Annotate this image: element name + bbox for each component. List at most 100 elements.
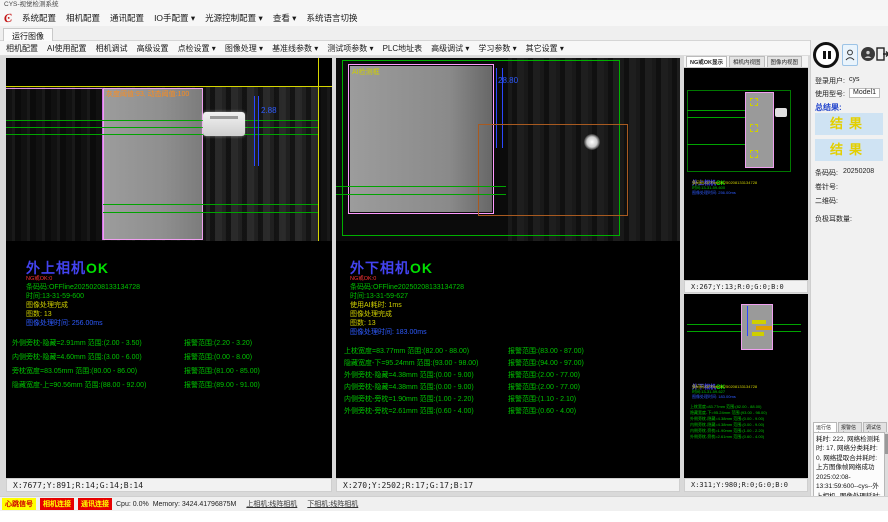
toolbar-learning-params[interactable]: 学习参数 ▾ bbox=[478, 43, 516, 54]
alarm-text: 报警范围:(83.00 - 87.00) bbox=[508, 346, 584, 356]
preview-a-mark bbox=[750, 124, 758, 132]
preview-b-proc: 图像处理时间: 183.00ms bbox=[692, 394, 736, 400]
measure-text: 隐藏宽度-下=95.24mm 范围:(93.00 - 98.00) bbox=[344, 360, 478, 367]
preview-a-green-box bbox=[687, 90, 791, 172]
preview-a-line bbox=[687, 117, 745, 118]
exit-button[interactable] bbox=[876, 47, 888, 61]
alarm-text: 报警范围:(89.00 - 91.00) bbox=[184, 380, 260, 390]
menu-item-io-config[interactable]: IO手配置 ▾ bbox=[154, 12, 195, 24]
app-title: CYS-视觉检测系统 bbox=[4, 1, 59, 8]
measure-text: 内侧旁枕-隐藏=4.60mm 范围:(3.00 - 6.00) bbox=[12, 354, 142, 361]
preview-b-coords-bar: X:311;Y:980;R:0;G:0;B:0 bbox=[684, 478, 808, 492]
camera-status-badge: 相机连接 bbox=[40, 498, 74, 510]
comm-status-badge: 通讯连接 bbox=[78, 498, 112, 510]
menu-item-comm-config[interactable]: 通讯配置 bbox=[110, 12, 144, 24]
preview-tab-strip: NG或OK显示 相机内视图 图像内视图 bbox=[684, 56, 808, 68]
measure-text: 旁枕宽度=83.05mm 范围:(80.00 - 86.00) bbox=[12, 368, 137, 375]
preview-tab-ngok[interactable]: NG或OK显示 bbox=[686, 56, 727, 67]
left-connector-stripe bbox=[210, 116, 238, 119]
alarm-text: 报警范围:(2.00 - 77.00) bbox=[508, 370, 580, 380]
preview-b-row: 外侧旁枕-旁枕=2.61mm 范围:(0.60 - 4.00) bbox=[690, 434, 764, 440]
right-measure-row: 上枕宽度=83.77mm 范围:(82.00 - 88.00) 报警范围:(83.… bbox=[344, 346, 678, 356]
right-measure-line-2 bbox=[336, 194, 506, 195]
right-ai-annotation: AI检测框 bbox=[352, 67, 380, 77]
measure-text: 外侧旁枕-隐藏=4.38mm 范围:(0.00 - 9.00) bbox=[344, 372, 474, 379]
alarm-text: 报警范围:(81.00 - 85.00) bbox=[184, 366, 260, 376]
barcode-value: 20250208 bbox=[843, 168, 874, 175]
preview-a-connector bbox=[775, 108, 787, 117]
left-measure-line-3 bbox=[6, 134, 318, 135]
toolbar-plc-address[interactable]: PLC地址表 bbox=[383, 43, 423, 54]
toolbar-ai-config[interactable]: AI使用配置 bbox=[47, 43, 87, 54]
menu-bar: Ͼ 系统配置 相机配置 通讯配置 IO手配置 ▾ 光源控制配置 ▾ 查看 ▾ 系… bbox=[0, 10, 888, 26]
right-camera-view[interactable]: AI检测框 28.80 外下相机OK NG或OK:0 条码码:OFFline20… bbox=[336, 58, 680, 478]
qr-code-label: 二维码: bbox=[815, 196, 838, 206]
right-measure-row: 隐藏宽度-下=95.24mm 范围:(93.00 - 98.00) 报警范围:(9… bbox=[344, 358, 678, 368]
preview-tab-camera[interactable]: 相机内视图 bbox=[729, 56, 765, 67]
pause-icon bbox=[828, 51, 831, 59]
menu-item-view[interactable]: 查看 ▾ bbox=[273, 12, 297, 24]
preview-b-mark bbox=[752, 332, 764, 336]
user-login-button[interactable] bbox=[842, 44, 858, 66]
exit-door-icon bbox=[876, 47, 888, 61]
lower-camera-link[interactable]: 下相机:线阵相机 bbox=[307, 499, 358, 509]
alarm-text: 报警范围:(94.00 - 97.00) bbox=[508, 358, 584, 368]
right-measure-row: 内侧旁枕-隐藏=4.38mm 范围:(0.00 - 9.00)报警范围:(2.0… bbox=[344, 382, 678, 392]
preview-a-proc: 图像处理时间: 256.00ms bbox=[692, 190, 736, 196]
toolbar-advanced-debug[interactable]: 高级调试 ▾ bbox=[431, 43, 469, 54]
menu-item-system-config[interactable]: 系统配置 bbox=[22, 12, 56, 24]
toolbar-spot-check[interactable]: 点检设置 ▾ bbox=[178, 43, 216, 54]
left-measure-row: 隐藏宽度-上=90.56mm 范围:(88.00 - 92.00)报警范围:(8… bbox=[12, 380, 330, 390]
left-pink-baseline bbox=[6, 88, 103, 89]
status-bar: 心跳信号 相机连接 通讯连接 Cpu: 0.0% Memory: 3424.41… bbox=[0, 496, 888, 511]
measure-text: 外侧旁枕-隐藏=2.91mm 范围:(2.00 - 3.50) bbox=[12, 340, 142, 347]
right-bright-spot bbox=[584, 134, 600, 150]
toolbar-advanced-settings[interactable]: 高级设置 bbox=[137, 43, 169, 54]
preview-panel-bottom[interactable]: 外下相机OK 条码码:OFFline20250208133134728 时间:1… bbox=[684, 294, 808, 478]
upper-camera-link[interactable]: 上相机:线阵相机 bbox=[246, 499, 297, 509]
measure-text: 内侧旁枕-隐藏=4.38mm 范围:(0.00 - 9.00) bbox=[344, 384, 474, 391]
preview-b-mark bbox=[756, 326, 772, 330]
left-measure-line-2 bbox=[6, 127, 318, 128]
menu-item-camera-config[interactable]: 相机配置 bbox=[66, 12, 100, 24]
heartbeat-status-badge: 心跳信号 bbox=[2, 498, 36, 510]
toolbar-camera-config[interactable]: 相机配置 bbox=[6, 43, 38, 54]
user-label: 登录用户: bbox=[815, 76, 845, 86]
toolbar-test-params[interactable]: 测试项参数 ▾ bbox=[327, 43, 373, 54]
toolbar-baseline-params[interactable]: 基准线参数 ▾ bbox=[272, 43, 318, 54]
measure-text: 上枕宽度=83.77mm 范围:(82.00 - 88.00) bbox=[344, 348, 469, 355]
preview-b-caliper bbox=[747, 306, 748, 336]
operator-button[interactable] bbox=[861, 47, 875, 61]
pause-button[interactable] bbox=[813, 42, 839, 68]
right-camera-verdict: OK bbox=[410, 260, 433, 276]
memory-usage: Memory: 3424.41796875M bbox=[153, 501, 237, 508]
toolbar-other-settings[interactable]: 其它设置 ▾ bbox=[526, 43, 564, 54]
menu-item-language[interactable]: 系统语言切换 bbox=[306, 12, 357, 24]
toolbar-camera-debug[interactable]: 相机调试 bbox=[96, 43, 128, 54]
title-bar: CYS-视觉检测系统 bbox=[0, 0, 888, 10]
alarm-text: 报警范围:(0.60 - 4.00) bbox=[508, 406, 576, 416]
right-proc-time: 图像处理时间: 183.00ms bbox=[350, 327, 427, 337]
cpu-usage: Cpu: 0.0% bbox=[116, 501, 149, 508]
left-ng-flag: NG或OK:0 bbox=[26, 274, 52, 282]
left-camera-view[interactable]: 灰度阈值:93, 动态阈值:100 2.88 外上相机OK NG或OK:0 条码… bbox=[6, 58, 332, 478]
model-label: 使用型号: bbox=[815, 89, 845, 99]
right-part-block bbox=[350, 66, 492, 212]
tab-run-image[interactable]: 运行图像 bbox=[3, 28, 53, 41]
right-measure-line-1 bbox=[336, 186, 506, 187]
preview-b-mark bbox=[752, 320, 766, 324]
right-measure-row: 外侧旁枕-隐藏=4.38mm 范围:(0.00 - 9.00) 报警范围:(2.0… bbox=[344, 370, 678, 380]
preview-tab-image[interactable]: 图像内视图 bbox=[767, 56, 803, 67]
left-measure-line-1 bbox=[6, 120, 318, 121]
alarm-text: 报警范围:(1.10 - 2.10) bbox=[508, 394, 576, 404]
tab-count-label: 负极耳数量: bbox=[815, 214, 852, 224]
model-value[interactable]: Model1 bbox=[849, 88, 880, 98]
left-caliper-value: 2.88 bbox=[261, 106, 277, 115]
menu-item-light-config[interactable]: 光源控制配置 ▾ bbox=[205, 12, 263, 24]
preview-a-mark bbox=[750, 150, 758, 158]
left-measure-row: 外侧旁枕-隐藏=2.91mm 范围:(2.00 - 3.50)报警范围:(2.2… bbox=[12, 338, 330, 348]
left-caliper-line-b bbox=[258, 96, 259, 166]
toolbar-image-processing[interactable]: 图像处理 ▾ bbox=[225, 43, 263, 54]
preview-panel-top[interactable]: 外上相机OK 条码码:OFFline20250208133134728 时间:1… bbox=[684, 68, 808, 280]
user-icon bbox=[845, 49, 855, 61]
